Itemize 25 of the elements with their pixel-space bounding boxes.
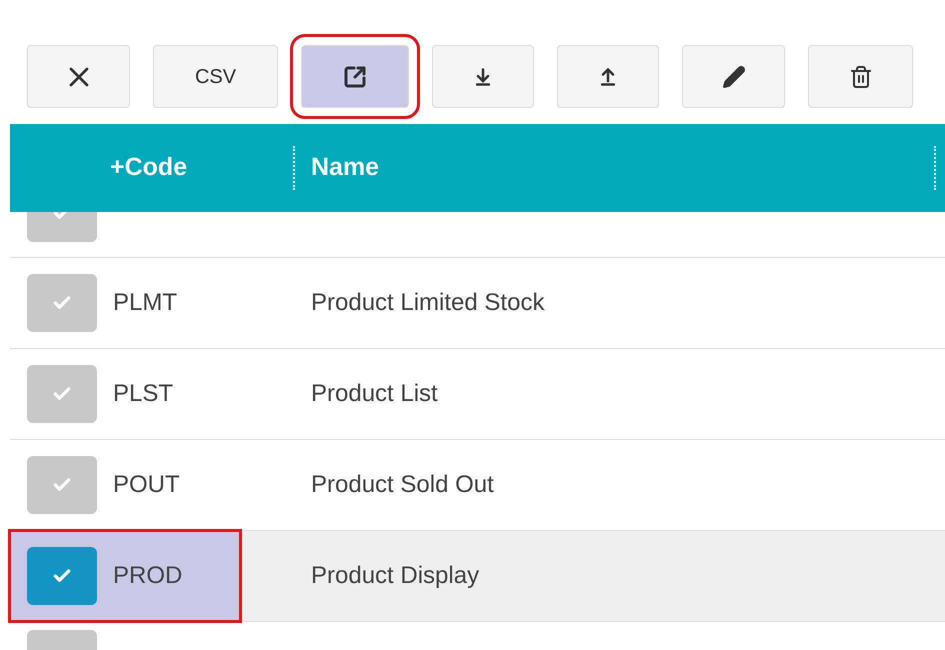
row-checkbox[interactable] <box>27 365 97 423</box>
code-cell-text: PROD <box>113 561 182 591</box>
code-cell-text: PLMT <box>113 288 178 318</box>
edit-button[interactable] <box>682 45 785 108</box>
name-cell-text: Product Display <box>311 561 480 591</box>
code-cell-text: POUT <box>113 470 180 500</box>
code-cell-text: PLST <box>113 379 174 409</box>
row-checkbox[interactable] <box>27 547 97 605</box>
name-cell-text: Product Limited Stock <box>311 288 544 318</box>
table-row[interactable]: PROD Product Display <box>10 531 945 622</box>
close-button[interactable] <box>27 45 130 108</box>
name-cell-text: Product Sold Out <box>311 470 494 500</box>
csv-button[interactable]: CSV <box>153 45 278 108</box>
download-button[interactable] <box>432 45 534 108</box>
trash-icon <box>848 64 872 88</box>
export-icon <box>343 64 367 88</box>
row-checkbox[interactable] <box>27 456 97 514</box>
download-icon <box>473 66 493 86</box>
table-row[interactable] <box>10 212 945 258</box>
upload-icon <box>598 66 618 86</box>
upload-button[interactable] <box>557 45 659 108</box>
name-cell-text: Product List <box>311 379 438 409</box>
pencil-icon <box>722 64 746 88</box>
row-checkbox[interactable] <box>27 274 97 332</box>
delete-button[interactable] <box>808 45 913 108</box>
